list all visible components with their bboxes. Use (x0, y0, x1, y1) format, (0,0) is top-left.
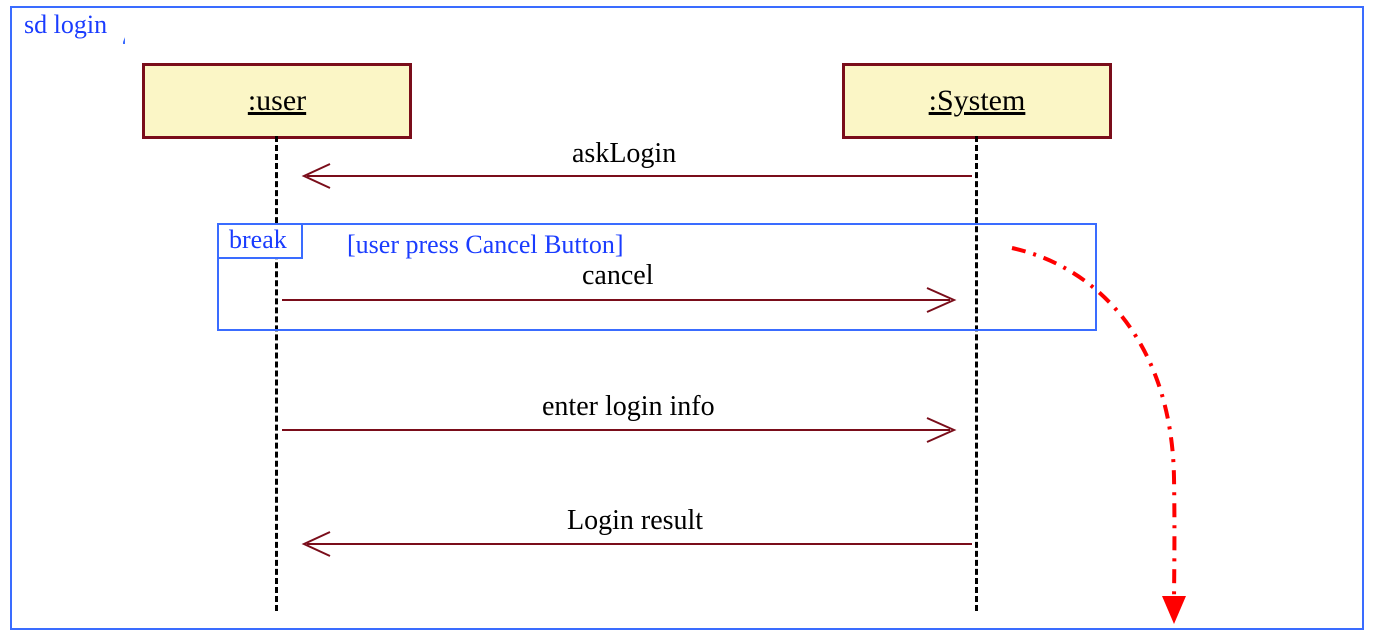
lifeline-user-label: :user (248, 84, 306, 117)
lifeline-system: :System (842, 63, 1112, 139)
msg-asklogin-label: askLogin (572, 138, 676, 170)
frame-label-tab: sd login (10, 6, 125, 44)
lifeline-user: :user (142, 63, 412, 139)
sequence-frame: sd login :user :System break askLogin [u… (10, 6, 1364, 630)
lifeline-system-label: :System (929, 84, 1026, 117)
lifeline-user-line (275, 136, 278, 611)
fragment-operator: break (229, 225, 287, 254)
msg-enterlogin-label: enter login info (542, 391, 715, 423)
lifeline-system-line (975, 136, 978, 611)
frame-label: sd login (24, 10, 107, 39)
fragment-guard: [user press Cancel Button] (347, 230, 624, 260)
msg-loginresult-label: Login result (567, 505, 703, 537)
msg-cancel-label: cancel (582, 260, 654, 292)
fragment-operator-tab: break (217, 223, 303, 259)
